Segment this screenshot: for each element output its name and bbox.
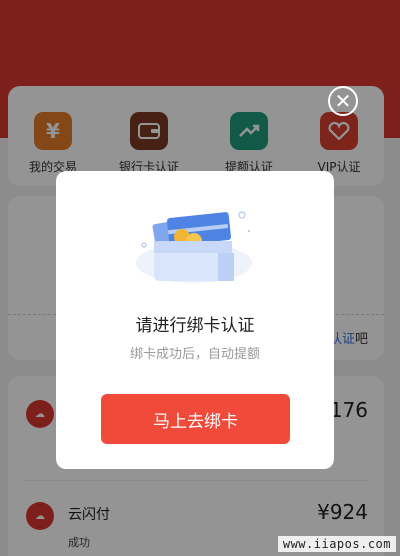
dialog-subtitle: 绑卡成功后，自动提额: [129, 347, 260, 362]
bind-card-button[interactable]: 马上去绑卡: [101, 394, 290, 444]
bind-card-dialog: 请进行绑卡认证 绑卡成功后，自动提额 马上去绑卡: [56, 171, 334, 469]
wallet-illustration-icon: [136, 211, 252, 283]
close-button[interactable]: ✕: [328, 86, 358, 116]
watermark: www.iiapos.com: [277, 536, 396, 552]
dialog-title: 请进行绑卡认证: [135, 316, 255, 336]
close-icon: ✕: [334, 89, 352, 113]
